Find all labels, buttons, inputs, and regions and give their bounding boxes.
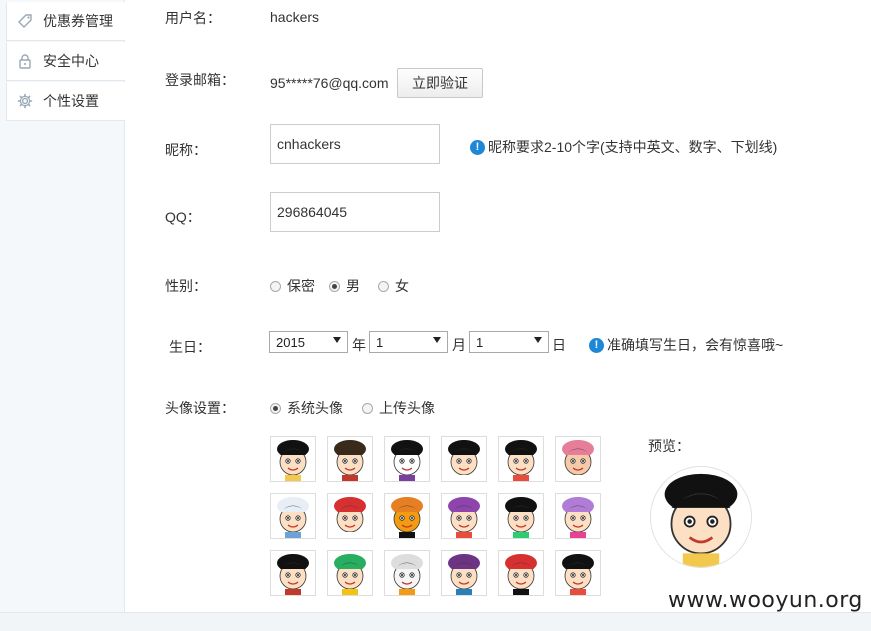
sidebar-item-label: 个性设置 [43, 93, 99, 109]
avatar-option-bowl-cut-kid[interactable] [555, 550, 601, 596]
avatar-option-white-duck[interactable] [384, 550, 430, 596]
birthday-label: 生日： [169, 339, 211, 355]
birthday-tip-text: 准确填写生日，会有惊喜哦~ [607, 337, 784, 353]
sidebar-item-security[interactable]: 安全中心 [6, 42, 125, 81]
sidebar-item-label: 优惠券管理 [43, 13, 113, 29]
avatar-option-orange-cat[interactable] [384, 493, 430, 539]
sidebar-item-label: 安全中心 [43, 53, 99, 69]
gender-radio-secret[interactable] [270, 280, 281, 292]
avatar-preview [650, 466, 752, 568]
avatar-option-straw-hat-boy[interactable] [270, 436, 316, 482]
birth-year-value: 2015 [276, 334, 305, 350]
avatar-option-shin-chan[interactable] [498, 436, 544, 482]
avatar-option-purple-hair-girl[interactable] [555, 493, 601, 539]
email-value: 95*****76@qq.com [270, 75, 389, 91]
avatar-option-twin-bun-girl[interactable] [498, 493, 544, 539]
birth-day-select[interactable]: 1 [469, 331, 549, 353]
qq-input[interactable] [270, 192, 440, 232]
watermark: www.wooyun.org [668, 588, 863, 613]
birth-year-select[interactable]: 2015 [269, 331, 348, 353]
avatar-option-red-hood-girl[interactable] [327, 493, 373, 539]
sidebar-item-coupons[interactable]: 优惠券管理 [6, 2, 125, 41]
gender-option-female[interactable]: 女 [378, 276, 409, 296]
gender-option-label: 女 [395, 278, 409, 294]
gender-option-label: 男 [346, 278, 360, 294]
avatar-setting-label: 头像设置： [165, 400, 235, 416]
info-icon: ! [589, 337, 604, 353]
gender-option-male[interactable]: 男 [329, 276, 360, 296]
username-label: 用户名： [165, 10, 221, 26]
gender-label: 性别： [165, 278, 207, 294]
footer-bar [0, 612, 871, 631]
nickname-tip: ! 昵称要求2-10个字(支持中英文、数字、下划线) [470, 137, 777, 157]
nickname-tip-text: 昵称要求2-10个字(支持中英文、数字、下划线) [488, 139, 778, 155]
birthday-tip: ! 准确填写生日，会有惊喜哦~ [589, 335, 783, 355]
gender-radio-female[interactable] [378, 280, 389, 292]
username-value: hackers [270, 9, 320, 25]
dropdown-arrow-icon [333, 337, 341, 343]
nickname-input[interactable] [270, 124, 440, 164]
avatar-option-glasses-kid[interactable] [441, 550, 487, 596]
avatar-radio-system[interactable] [270, 402, 281, 414]
nickname-label: 昵称： [165, 142, 207, 158]
birth-month-value: 1 [376, 334, 384, 350]
avatar-option-reindeer-doctor[interactable] [555, 436, 601, 482]
email-label: 登录邮箱： [165, 72, 235, 88]
avatar-option-system[interactable]: 系统头像 [270, 398, 343, 418]
day-unit: 日 [552, 337, 566, 353]
avatar-option-qing-official[interactable] [327, 436, 373, 482]
avatar-option-label: 上传头像 [379, 400, 435, 416]
year-unit: 年 [352, 337, 366, 353]
dropdown-arrow-icon [433, 337, 441, 343]
avatar-option-no-face[interactable] [384, 436, 430, 482]
gear-icon [17, 93, 33, 109]
birth-month-select[interactable]: 1 [369, 331, 448, 353]
gender-option-secret[interactable]: 保密 [270, 276, 315, 296]
avatar-option-top-hat-gentleman[interactable] [270, 550, 316, 596]
verify-email-button[interactable]: 立即验证 [397, 68, 483, 98]
info-icon: ! [470, 139, 485, 155]
avatar-radio-upload[interactable] [362, 402, 373, 414]
preview-label: 预览： [648, 438, 690, 454]
sidebar-item-personal-settings[interactable]: 个性设置 [6, 82, 125, 121]
avatar-option-white-hair-dog-ears[interactable] [270, 493, 316, 539]
avatar-option-label: 系统头像 [287, 400, 343, 416]
avatar-option-mario[interactable] [498, 550, 544, 596]
dropdown-arrow-icon [534, 337, 542, 343]
birth-day-value: 1 [476, 334, 484, 350]
qq-label: QQ： [165, 209, 201, 225]
gender-radio-male[interactable] [329, 280, 340, 292]
avatar-option-upload[interactable]: 上传头像 [362, 398, 435, 418]
avatar-option-green-hair-girl[interactable] [327, 550, 373, 596]
gender-option-label: 保密 [287, 278, 315, 294]
lock-icon [17, 53, 33, 69]
avatar-option-flower-girl[interactable] [441, 493, 487, 539]
tag-icon [17, 13, 33, 29]
month-unit: 月 [452, 337, 466, 353]
sidebar: 优惠券管理 安全中心 个性设置 [0, 0, 125, 612]
avatar-option-spiky-hair-boy[interactable] [441, 436, 487, 482]
